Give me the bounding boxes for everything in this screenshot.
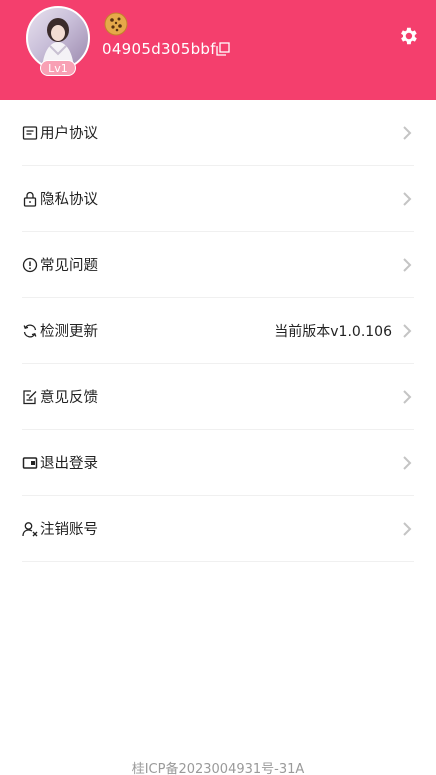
- menu-item-delete-account[interactable]: 注销账号: [22, 496, 414, 562]
- feedback-icon: [23, 389, 37, 404]
- avatar-container[interactable]: Lv1: [26, 6, 90, 76]
- settings-menu: 用户协议 隐私协议 常见问题 检测更新 当前版本v1.0.106 意见反馈 退出…: [22, 100, 414, 562]
- document-icon: [22, 125, 38, 140]
- menu-item-logout[interactable]: 退出登录: [22, 430, 414, 496]
- menu-item-label: 退出登录: [40, 456, 98, 472]
- chevron-right-icon: [403, 456, 412, 470]
- menu-item-user-agreement[interactable]: 用户协议: [22, 100, 414, 166]
- current-version: 当前版本v1.0.106: [274, 323, 392, 340]
- chevron-right-icon: [403, 126, 412, 140]
- chevron-right-icon: [403, 258, 412, 272]
- chevron-right-icon: [403, 324, 412, 338]
- menu-item-label: 用户协议: [40, 126, 98, 142]
- refresh-icon: [23, 324, 37, 337]
- chevron-right-icon: [403, 390, 412, 404]
- menu-item-feedback[interactable]: 意见反馈: [22, 364, 414, 430]
- menu-item-label: 隐私协议: [40, 192, 98, 208]
- icp-footer: 桂ICP备2023004931号-31A: [131, 762, 305, 775]
- level-badge: Lv1: [40, 60, 76, 76]
- chevron-right-icon: [403, 192, 412, 206]
- profile-header: Lv1 04905d305bbf: [0, 0, 436, 100]
- logout-icon: [22, 456, 38, 469]
- user-remove-icon: [22, 521, 38, 536]
- info-icon: [22, 257, 38, 272]
- gear-icon[interactable]: [397, 25, 419, 47]
- chevron-right-icon: [403, 522, 412, 536]
- menu-item-label: 检测更新: [40, 324, 98, 340]
- menu-item-check-update[interactable]: 检测更新 当前版本v1.0.106: [22, 298, 414, 364]
- lock-icon: [23, 191, 37, 207]
- cookie-icon: [104, 12, 128, 36]
- user-id: 04905d305bbf: [102, 40, 216, 58]
- menu-item-label: 意见反馈: [40, 390, 98, 406]
- copy-icon[interactable]: [216, 42, 230, 56]
- menu-item-privacy-policy[interactable]: 隐私协议: [22, 166, 414, 232]
- menu-item-label: 常见问题: [40, 258, 98, 274]
- menu-item-faq[interactable]: 常见问题: [22, 232, 414, 298]
- menu-item-label: 注销账号: [40, 522, 98, 538]
